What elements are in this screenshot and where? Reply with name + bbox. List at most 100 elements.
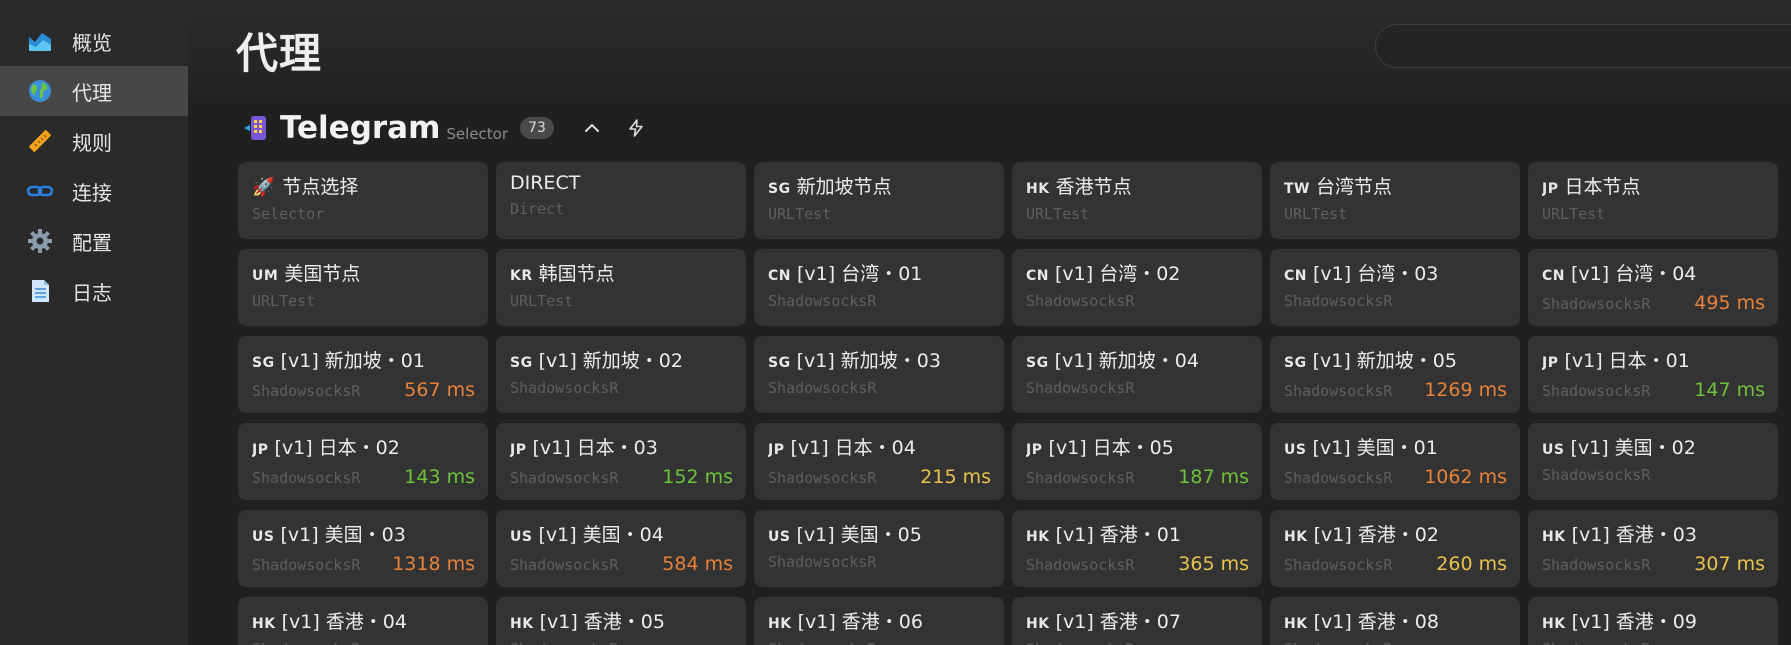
region-code: CN bbox=[768, 268, 791, 284]
latency-value: 143 ms bbox=[404, 466, 475, 488]
sidebar-item-config[interactable]: 配置 bbox=[0, 216, 188, 266]
proxy-card[interactable]: HK [v1] 香港・05 ShadowsocksR bbox=[496, 597, 746, 645]
proxy-card[interactable]: UM 美国节点 URLTest bbox=[238, 249, 488, 326]
proxy-name-row: CN [v1] 台湾・02 bbox=[1026, 259, 1249, 286]
proxy-card[interactable]: SG [v1] 新加坡・03 ShadowsocksR bbox=[754, 336, 1004, 413]
proxy-meta-row: URLTest bbox=[1542, 205, 1765, 223]
proxy-card[interactable]: US [v1] 美国・02 ShadowsocksR bbox=[1528, 423, 1778, 500]
proxy-card[interactable]: SG [v1] 新加坡・02 ShadowsocksR bbox=[496, 336, 746, 413]
latency-value: 567 ms bbox=[404, 379, 475, 401]
latency-value: 260 ms bbox=[1436, 553, 1507, 575]
proxy-card[interactable]: DIRECT Direct bbox=[496, 162, 746, 239]
proxy-card[interactable]: JP [v1] 日本・01 ShadowsocksR 147 ms bbox=[1528, 336, 1778, 413]
proxy-card[interactable]: JP 日本节点 URLTest bbox=[1528, 162, 1778, 239]
proxy-type: ShadowsocksR bbox=[252, 640, 360, 645]
proxy-card[interactable]: US [v1] 美国・03 ShadowsocksR 1318 ms bbox=[238, 510, 488, 587]
proxy-type: ShadowsocksR bbox=[1542, 382, 1651, 400]
proxy-meta-row: Direct bbox=[510, 200, 733, 218]
proxy-name-row: HK [v1] 香港・08 bbox=[1284, 607, 1507, 634]
proxy-type: ShadowsocksR bbox=[1284, 469, 1393, 487]
proxy-card[interactable]: HK [v1] 香港・02 ShadowsocksR 260 ms bbox=[1270, 510, 1520, 587]
proxy-name: [v1] 新加坡・04 bbox=[1054, 350, 1199, 372]
proxy-card[interactable]: HK [v1] 香港・03 ShadowsocksR 307 ms bbox=[1528, 510, 1778, 587]
sidebar-item-label: 代理 bbox=[72, 80, 112, 105]
proxy-type: ShadowsocksR bbox=[768, 469, 877, 487]
proxy-meta-row: ShadowsocksR bbox=[1026, 379, 1249, 397]
region-code: JP bbox=[252, 442, 269, 458]
proxy-meta-row: ShadowsocksR bbox=[768, 379, 991, 397]
proxy-name: [v1] 香港・09 bbox=[1571, 611, 1697, 633]
proxy-card[interactable]: JP [v1] 日本・05 ShadowsocksR 187 ms bbox=[1012, 423, 1262, 500]
region-code: KR bbox=[510, 268, 533, 284]
proxy-name: [v1] 日本・02 bbox=[274, 437, 400, 459]
proxy-card[interactable]: SG [v1] 新加坡・05 ShadowsocksR 1269 ms bbox=[1270, 336, 1520, 413]
proxy-meta-row: ShadowsocksR bbox=[510, 379, 733, 397]
region-code: HK bbox=[1542, 529, 1566, 545]
sidebar-item-proxy[interactable]: 代理 bbox=[0, 66, 188, 116]
proxy-card[interactable]: HK [v1] 香港・07 ShadowsocksR bbox=[1012, 597, 1262, 645]
proxy-card[interactable]: CN [v1] 台湾・02 ShadowsocksR bbox=[1012, 249, 1262, 326]
proxy-card[interactable]: US [v1] 美国・05 ShadowsocksR bbox=[754, 510, 1004, 587]
proxy-card[interactable]: SG [v1] 新加坡・01 ShadowsocksR 567 ms bbox=[238, 336, 488, 413]
link-icon bbox=[26, 177, 54, 205]
region-code: US bbox=[252, 529, 275, 545]
region-code: TW bbox=[1284, 181, 1310, 197]
proxy-card[interactable]: TW 台湾节点 URLTest bbox=[1270, 162, 1520, 239]
proxy-card[interactable]: JP [v1] 日本・03 ShadowsocksR 152 ms bbox=[496, 423, 746, 500]
proxy-meta-row: ShadowsocksR bbox=[1026, 292, 1249, 310]
proxy-card[interactable]: SG [v1] 新加坡・04 ShadowsocksR bbox=[1012, 336, 1262, 413]
proxy-name: [v1] 美国・04 bbox=[538, 524, 664, 546]
proxy-name-row: JP [v1] 日本・04 bbox=[768, 433, 991, 460]
proxy-card[interactable]: CN [v1] 台湾・03 ShadowsocksR bbox=[1270, 249, 1520, 326]
proxy-card[interactable]: JP [v1] 日本・02 ShadowsocksR 143 ms bbox=[238, 423, 488, 500]
proxy-name-row: SG 新加坡节点 bbox=[768, 172, 991, 199]
proxy-card[interactable]: CN [v1] 台湾・04 ShadowsocksR 495 ms bbox=[1528, 249, 1778, 326]
proxy-card[interactable]: HK [v1] 香港・09 ShadowsocksR bbox=[1528, 597, 1778, 645]
collapse-button[interactable] bbox=[576, 112, 608, 144]
proxy-card[interactable]: KR 韩国节点 URLTest bbox=[496, 249, 746, 326]
sidebar-item-rules[interactable]: 规则 bbox=[0, 116, 188, 166]
proxy-card[interactable]: HK [v1] 香港・04 ShadowsocksR bbox=[238, 597, 488, 645]
group-name: Telegram bbox=[280, 110, 441, 146]
proxy-name-row: JP [v1] 日本・02 bbox=[252, 433, 475, 460]
proxy-meta-row: ShadowsocksR bbox=[1026, 640, 1249, 645]
proxy-card[interactable]: HK [v1] 香港・01 ShadowsocksR 365 ms bbox=[1012, 510, 1262, 587]
sidebar-item-logs[interactable]: 日志 bbox=[0, 266, 188, 316]
proxy-card[interactable]: HK [v1] 香港・06 ShadowsocksR bbox=[754, 597, 1004, 645]
region-code: SG bbox=[768, 355, 791, 371]
main-content: 代理 Telegram Selector 73 🚀 节点选择 Selector DIR… bbox=[188, 0, 1791, 645]
proxy-card[interactable]: 🚀 节点选择 Selector bbox=[238, 162, 488, 239]
proxy-card[interactable]: US [v1] 美国・04 ShadowsocksR 584 ms bbox=[496, 510, 746, 587]
rocket-icon: 🚀 bbox=[252, 177, 275, 198]
proxy-meta-row: ShadowsocksR 1062 ms bbox=[1284, 466, 1507, 488]
proxy-type: ShadowsocksR bbox=[768, 640, 876, 645]
proxy-name: [v1] 新加坡・02 bbox=[538, 350, 683, 372]
proxy-meta-row: ShadowsocksR bbox=[1542, 640, 1765, 645]
proxy-name: [v1] 香港・01 bbox=[1055, 524, 1181, 546]
proxy-name: [v1] 台湾・03 bbox=[1313, 263, 1439, 285]
search-input[interactable] bbox=[1375, 24, 1791, 68]
proxy-name-row: HK [v1] 香港・01 bbox=[1026, 520, 1249, 547]
proxy-card[interactable]: HK [v1] 香港・08 ShadowsocksR bbox=[1270, 597, 1520, 645]
proxy-name: 台湾节点 bbox=[1316, 176, 1393, 198]
region-code: HK bbox=[252, 616, 276, 632]
proxy-card[interactable]: JP [v1] 日本・04 ShadowsocksR 215 ms bbox=[754, 423, 1004, 500]
region-code: US bbox=[510, 529, 533, 545]
proxy-meta-row: ShadowsocksR 1318 ms bbox=[252, 553, 475, 575]
proxy-name: [v1] 新加坡・01 bbox=[280, 350, 425, 372]
proxy-card[interactable]: US [v1] 美国・01 ShadowsocksR 1062 ms bbox=[1270, 423, 1520, 500]
region-code: HK bbox=[1542, 616, 1566, 632]
proxy-name-row: JP [v1] 日本・05 bbox=[1026, 433, 1249, 460]
proxy-card[interactable]: CN [v1] 台湾・01 ShadowsocksR bbox=[754, 249, 1004, 326]
proxy-card[interactable]: HK 香港节点 URLTest bbox=[1012, 162, 1262, 239]
sidebar-item-connections[interactable]: 连接 bbox=[0, 166, 188, 216]
proxy-meta-row: ShadowsocksR 147 ms bbox=[1542, 379, 1765, 401]
region-code: CN bbox=[1026, 268, 1049, 284]
proxy-name-row: SG [v1] 新加坡・05 bbox=[1284, 346, 1507, 373]
sidebar-item-overview[interactable]: 概览 bbox=[0, 16, 188, 66]
proxy-meta-row: ShadowsocksR bbox=[1284, 292, 1507, 310]
latency-test-button[interactable] bbox=[620, 112, 652, 144]
proxy-name: 美国节点 bbox=[284, 263, 361, 285]
document-icon bbox=[26, 277, 54, 305]
proxy-card[interactable]: SG 新加坡节点 URLTest bbox=[754, 162, 1004, 239]
